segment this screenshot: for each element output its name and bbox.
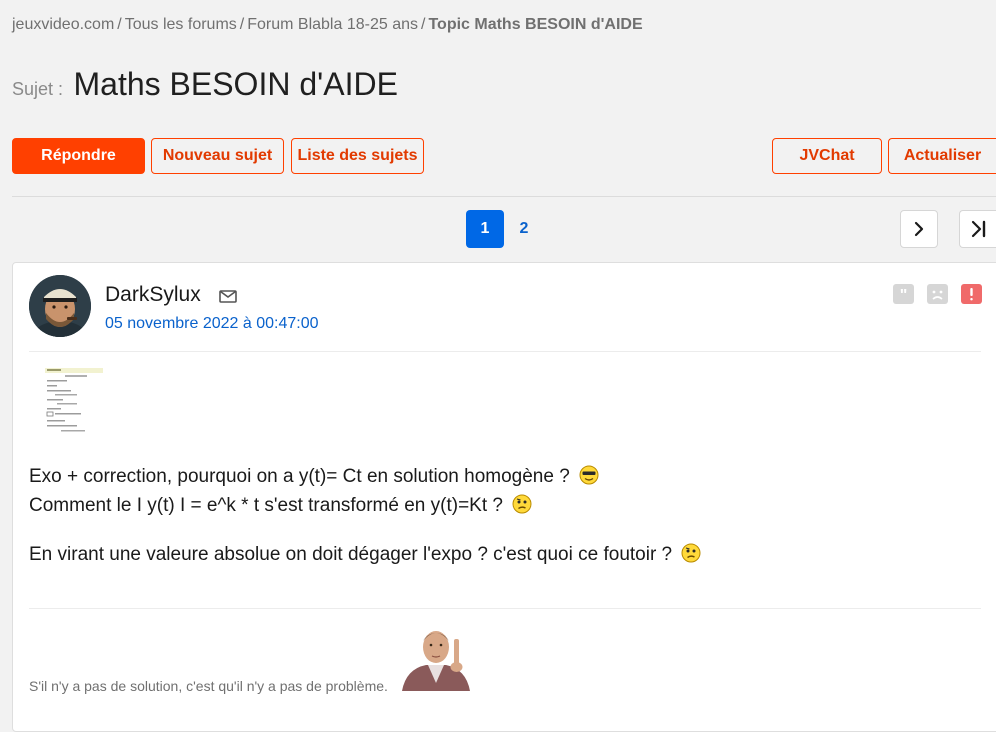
sunglasses-smiley-icon <box>579 465 599 485</box>
avatar[interactable] <box>29 275 91 337</box>
post-header-divider <box>29 351 981 352</box>
breadcrumb-link-home[interactable]: jeuxvideo.com <box>12 16 114 33</box>
mail-icon[interactable] <box>219 290 237 303</box>
next-page-button[interactable] <box>900 210 938 248</box>
sad-face-icon <box>927 284 948 304</box>
ignore-user-button[interactable] <box>927 284 948 309</box>
avatar-image <box>29 275 91 337</box>
message-text: En virant une valeure absolue on doit dé… <box>29 544 673 565</box>
page-2-link[interactable]: 2 <box>505 210 543 248</box>
breadcrumb-separator: / <box>239 16 245 33</box>
message-line: Comment le I y(t) I = e^k * t s'est tran… <box>29 494 532 517</box>
signature-image <box>392 623 480 691</box>
signature-text: S'il n'y a pas de solution, c'est qu'il … <box>29 678 388 694</box>
topic-title: Maths BESOIN d'AIDE <box>73 66 398 102</box>
quote-icon: " <box>893 284 914 304</box>
svg-text:": " <box>900 287 908 304</box>
exercise-image-thumbnail[interactable] <box>43 365 105 437</box>
new-topic-button[interactable]: Nouveau sujet <box>151 138 284 174</box>
reply-button[interactable]: Répondre <box>12 138 145 174</box>
page-title: Sujet : Maths BESOIN d'AIDE <box>12 66 398 103</box>
page-1-button[interactable]: 1 <box>466 210 504 248</box>
title-prefix: Sujet : <box>12 79 64 99</box>
author-name[interactable]: DarkSylux <box>105 283 201 307</box>
jvchat-button[interactable]: JVChat <box>772 138 882 174</box>
breadcrumb-separator: / <box>117 16 122 33</box>
divider <box>12 196 996 197</box>
confused-smiley-icon <box>681 543 701 563</box>
last-page-icon <box>971 220 985 238</box>
alert-icon <box>961 284 982 304</box>
forum-post: DarkSylux 05 novembre 2022 à 00:47:00 " <box>12 262 996 732</box>
report-button[interactable] <box>961 284 982 309</box>
signature-divider <box>29 608 981 609</box>
breadcrumb-link-forum[interactable]: Forum Blabla 18-25 ans <box>247 16 418 33</box>
message-text: Exo + correction, pourquoi on a y(t)= Ct… <box>29 466 570 487</box>
confused-smiley-icon <box>512 494 532 514</box>
message-line: En virant une valeure absolue on doit dé… <box>29 543 701 566</box>
chevron-right-icon <box>914 221 924 237</box>
last-page-button[interactable] <box>959 210 996 248</box>
message-text: Comment le I y(t) I = e^k * t s'est tran… <box>29 495 503 516</box>
breadcrumb-link-all-forums[interactable]: Tous les forums <box>125 16 237 33</box>
breadcrumb-current: Topic Maths BESOIN d'AIDE <box>428 16 643 33</box>
post-date-link[interactable]: 05 novembre 2022 à 00:47:00 <box>105 315 319 333</box>
topic-list-button[interactable]: Liste des sujets <box>291 138 424 174</box>
breadcrumb: jeuxvideo.com / Tous les forums / Forum Blab… <box>12 16 643 34</box>
quote-button[interactable]: " <box>893 284 914 309</box>
message-line: Exo + correction, pourquoi on a y(t)= Ct… <box>29 465 599 488</box>
breadcrumb-separator: / <box>421 16 426 33</box>
refresh-button[interactable]: Actualiser <box>888 138 996 174</box>
